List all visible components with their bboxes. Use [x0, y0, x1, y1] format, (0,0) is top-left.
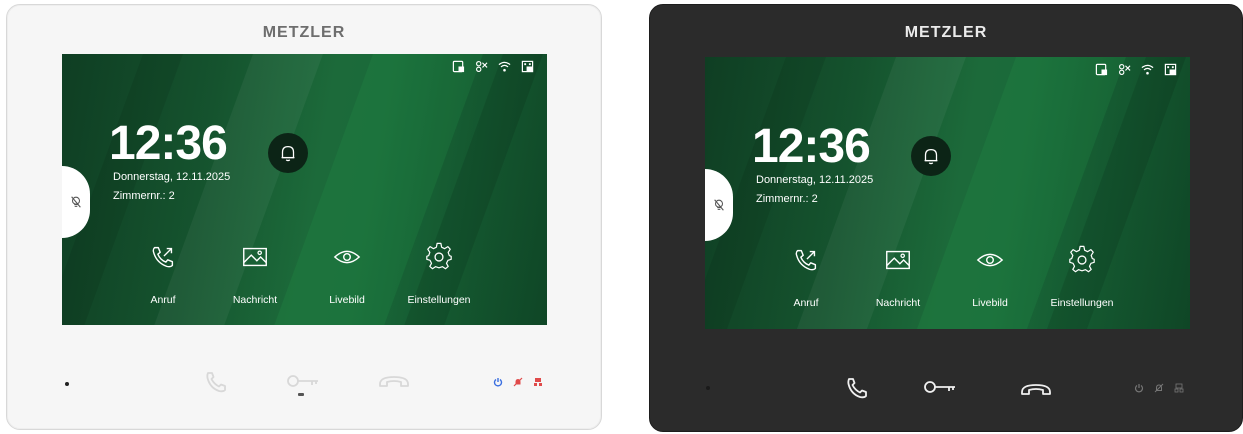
hardware-call-button[interactable]: [844, 375, 870, 401]
image-icon: [210, 242, 300, 272]
gear-icon: [1037, 245, 1127, 275]
building-icon: [521, 60, 534, 73]
clock-time: 12:36: [109, 117, 228, 170]
microphone-dot: [65, 382, 69, 386]
menu-item-label: Anruf: [793, 297, 819, 309]
eye-icon: [302, 242, 392, 272]
status-bar: [452, 60, 534, 73]
phone-outgoing-icon: [761, 245, 851, 275]
power-icon: [493, 377, 503, 387]
microphone-dot: [706, 386, 710, 390]
intercom-device-black: METZLER 12:36 Donnerstag, 12.11.2025 Zim…: [649, 4, 1243, 432]
door-status-icon: [1174, 383, 1184, 393]
intercom-device-white: METZLER 12:36 Donnerstag, 12.11.2025 Zim…: [6, 4, 602, 430]
clock-time: 12:36: [752, 120, 871, 173]
menu-item-message[interactable]: Nachricht: [210, 242, 300, 306]
hang-up-icon: [379, 376, 409, 387]
hardware-hangup-button[interactable]: [1019, 377, 1053, 403]
status-indicators: [1134, 383, 1184, 393]
touch-screen: 12:36 Donnerstag, 12.11.2025 Zimmernr.: …: [705, 57, 1190, 329]
brand-logo: METZLER: [904, 24, 988, 41]
wifi-icon: [1141, 63, 1154, 76]
date-label: Donnerstag, 12.11.2025: [113, 171, 231, 183]
phone-icon: [847, 378, 867, 399]
menu-item-settings[interactable]: Einstellungen: [394, 242, 484, 306]
bell-icon: [924, 148, 938, 165]
menu-item-call[interactable]: Anruf: [761, 245, 851, 309]
do-not-disturb-button[interactable]: [268, 133, 308, 173]
menu-item-label: Livebild: [329, 294, 365, 306]
menu-item-livebild[interactable]: Livebild: [302, 242, 392, 306]
link-off-icon: [1118, 63, 1131, 76]
door-panel-icon: [1095, 63, 1108, 76]
hardware-hangup-button[interactable]: [377, 369, 411, 395]
menu-item-livebild[interactable]: Livebild: [945, 245, 1035, 309]
key-icon: [924, 381, 955, 393]
key-icon: [287, 375, 318, 396]
room-number-label: Zimmernr.: 2: [113, 190, 175, 202]
status-indicators: [493, 377, 543, 387]
bell-icon: [281, 145, 295, 162]
phone-outgoing-icon: [118, 242, 208, 272]
menu-item-message[interactable]: Nachricht: [853, 245, 943, 309]
menu-item-label: Anruf: [150, 294, 176, 306]
menu-item-label: Einstellungen: [407, 294, 471, 306]
status-bar: [1095, 63, 1177, 76]
room-number-label: Zimmernr.: 2: [756, 193, 818, 205]
menu-item-label: Nachricht: [232, 294, 278, 306]
menu-item-label: Einstellungen: [1050, 297, 1114, 309]
image-icon: [853, 245, 943, 275]
hardware-call-button[interactable]: [203, 369, 229, 395]
do-not-disturb-button[interactable]: [911, 136, 951, 176]
lightbulb-off-icon: [71, 196, 81, 208]
menu-item-call[interactable]: Anruf: [118, 242, 208, 306]
menu-item-settings[interactable]: Einstellungen: [1037, 245, 1127, 309]
hardware-door-open-button[interactable]: [286, 369, 322, 399]
door-panel-icon: [452, 60, 465, 73]
date-label: Donnerstag, 12.11.2025: [756, 174, 874, 186]
eye-icon: [945, 245, 1035, 275]
building-icon: [1164, 63, 1177, 76]
hardware-door-open-button[interactable]: [923, 375, 959, 405]
hang-up-icon: [1021, 384, 1051, 395]
power-icon: [1134, 383, 1144, 393]
touch-screen: 12:36 Donnerstag, 12.11.2025 Zimmernr.: …: [62, 54, 547, 325]
gear-icon: [394, 242, 484, 272]
link-off-icon: [475, 60, 488, 73]
brand-logo: METZLER: [262, 24, 346, 41]
door-status-icon: [533, 377, 543, 387]
lightbulb-off-icon: [714, 199, 724, 211]
mute-icon: [1154, 383, 1164, 393]
menu-item-label: Livebild: [972, 297, 1008, 309]
phone-icon: [206, 372, 226, 393]
wifi-icon: [498, 60, 511, 73]
mute-icon: [513, 377, 523, 387]
menu-item-label: Nachricht: [875, 297, 921, 309]
